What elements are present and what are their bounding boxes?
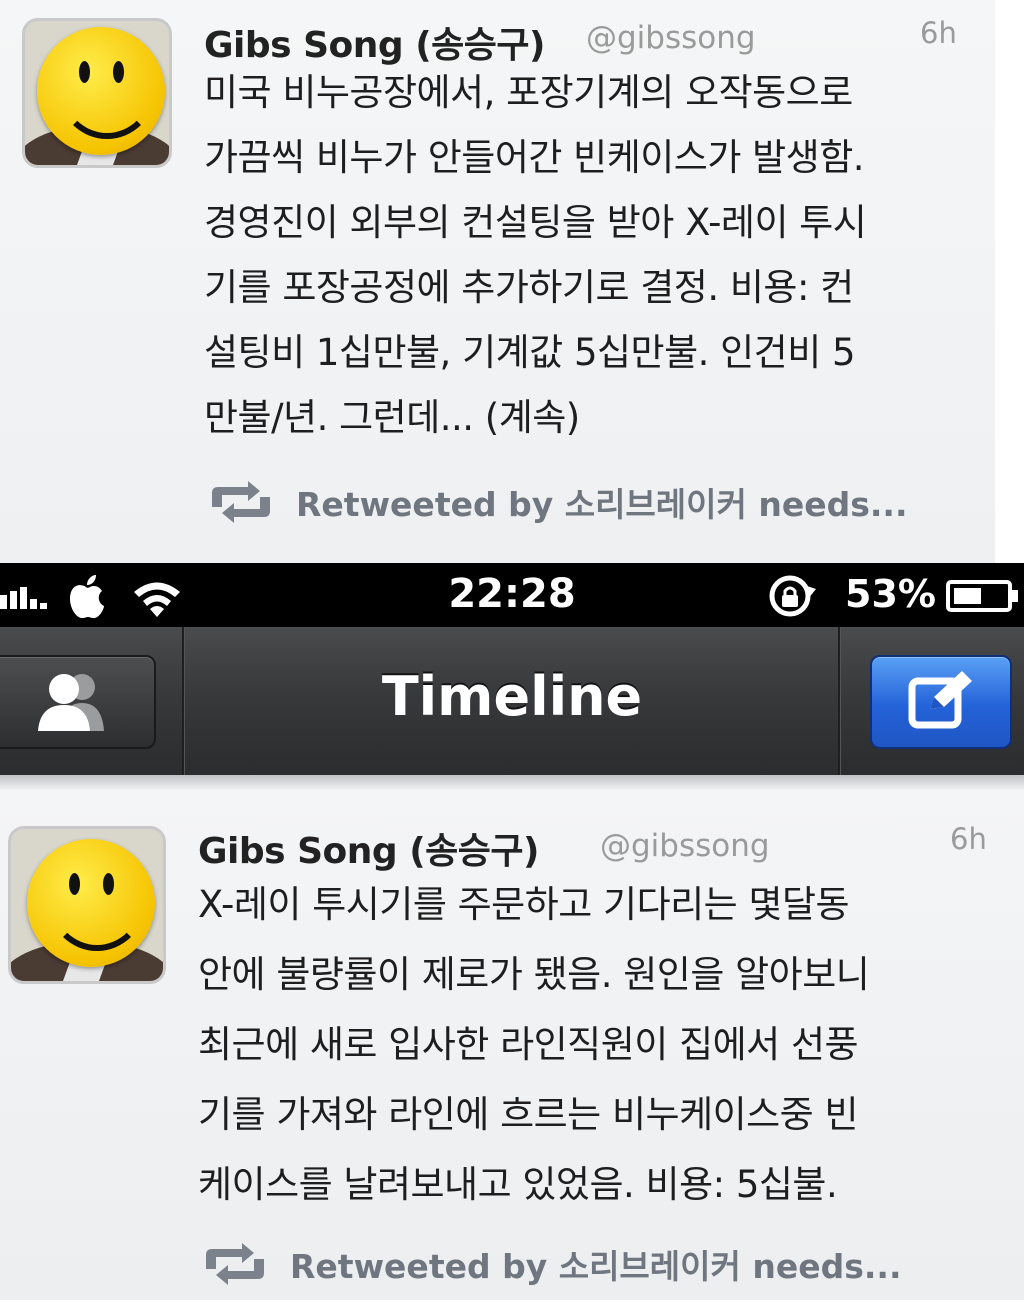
compose-button[interactable] [870, 655, 1012, 749]
smiley-avatar-icon [27, 839, 155, 967]
battery-percent: 53% [845, 572, 936, 616]
tweet-text-line: 가끔씩 비누가 안들어간 빈케이스가 발생함. [204, 136, 865, 179]
tweet-text-line: 기를 포장공정에 추가하기로 결정. 비용: 컨 [204, 266, 854, 309]
smiley-mouth [59, 75, 155, 139]
avatar[interactable] [8, 826, 166, 984]
tweet-cell[interactable]: Gibs Song (송승구) @gibssong 6h X-레이 투시기를 주… [0, 790, 1024, 1300]
tweet-text: X-레이 투시기를 주문하고 기다리는 몇달동 안에 불량률이 제로가 됐음. … [198, 870, 870, 1220]
smiley-mouth [49, 887, 145, 951]
tweet-text-line: 경영진이 외부의 컨설팅을 받아 X-레이 투시 [204, 201, 867, 244]
avatar[interactable] [22, 18, 172, 168]
retweet-label: Retweeted by 소리브레이커 needs... [290, 1247, 902, 1286]
compose-icon [908, 671, 972, 729]
tweet-text-line: 만불/년. 그런데... (계속) [204, 396, 580, 439]
nav-shadow [0, 775, 1024, 790]
nav-divider [838, 627, 840, 775]
retweet-attribution[interactable]: Retweeted by 소리브레이커 needs... [204, 478, 907, 526]
tweet-text-line: 기를 가져와 라인에 흐르는 비누케이스중 빈 [198, 1093, 859, 1136]
retweet-icon [212, 481, 270, 523]
tweet-text-line: 설팅비 1십만불, 기계값 5십만불. 인건비 5 [204, 331, 856, 374]
battery-icon [946, 580, 1018, 612]
status-bar: 22:28 53% [0, 563, 1024, 627]
tweet-timestamp: 6h [950, 822, 987, 856]
retweet-label: Retweeted by 소리브레이커 needs... [296, 485, 908, 524]
tweet-author-handle[interactable]: @gibssong [600, 828, 770, 864]
tweet-cell[interactable]: Gibs Song (송승구) @gibssong 6h 미국 비누공장에서, … [0, 0, 995, 563]
retweet-icon [206, 1243, 264, 1285]
tweet-text-line: 미국 비누공장에서, 포장기계의 오작동으로 [204, 71, 853, 114]
tweet-text-line: 안에 불량률이 제로가 됐음. 원인을 알아보니 [198, 953, 870, 996]
rotation-lock-icon [769, 575, 816, 617]
smiley-avatar-icon [37, 27, 165, 155]
tweet-timestamp: 6h [920, 16, 957, 50]
navigation-bar: Timeline [0, 627, 1024, 777]
tweet-text: 미국 비누공장에서, 포장기계의 오작동으로 가끔씩 비누가 안들어간 빈케이스… [204, 60, 867, 450]
tweet-text-line: X-레이 투시기를 주문하고 기다리는 몇달동 [198, 883, 850, 926]
tweet-author-handle[interactable]: @gibssong [586, 20, 756, 56]
tweet-text-line: 케이스를 날려보내고 있었음. 비용: 5십불. [198, 1163, 838, 1206]
tweet-author-name[interactable]: Gibs Song (송승구) [198, 822, 539, 874]
retweet-attribution[interactable]: Retweeted by 소리브레이커 needs... [198, 1240, 901, 1288]
tweet-text-line: 최근에 새로 입사한 라인직원이 집에서 선풍 [198, 1023, 859, 1066]
